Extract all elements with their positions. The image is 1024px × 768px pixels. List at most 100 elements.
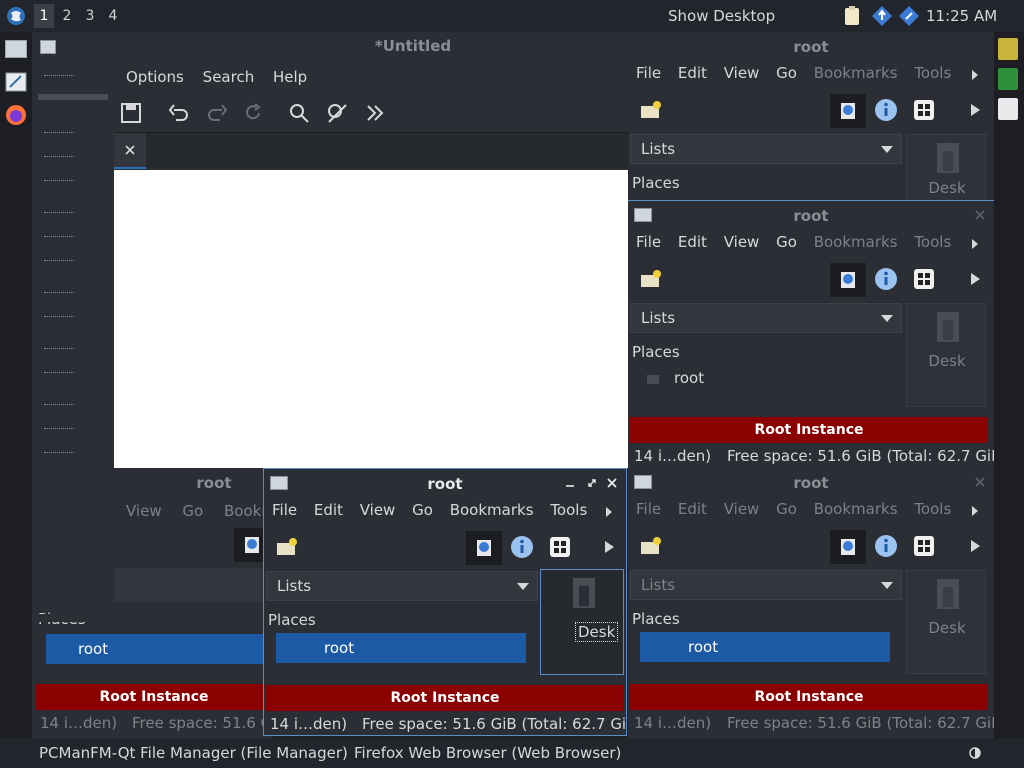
- menu-overflow-icon[interactable]: [968, 237, 982, 251]
- window-icon[interactable]: [5, 40, 27, 58]
- menu-tools[interactable]: Tools: [550, 501, 587, 519]
- menu-go[interactable]: Go: [776, 64, 797, 82]
- network-icon[interactable]: [898, 5, 920, 27]
- new-folder-icon[interactable]: [640, 269, 662, 289]
- brightness-icon[interactable]: [966, 744, 984, 762]
- formula-icon[interactable]: [998, 98, 1018, 120]
- menu-file[interactable]: File: [636, 233, 661, 251]
- place-item-root[interactable]: root: [640, 632, 890, 662]
- workspace-2[interactable]: 2: [57, 4, 77, 28]
- menu-search[interactable]: Search: [203, 68, 255, 86]
- editor-tab[interactable]: [114, 133, 146, 169]
- icon-view-icon[interactable]: [912, 267, 936, 291]
- show-desktop-button[interactable]: Show Desktop: [668, 7, 775, 25]
- toolbar-overflow-icon[interactable]: [968, 102, 982, 118]
- close-icon[interactable]: [974, 476, 986, 488]
- desktop-thumb[interactable]: Desk: [540, 569, 624, 675]
- fm-front-view-combo[interactable]: Lists: [266, 571, 538, 601]
- menu-file[interactable]: File: [636, 500, 661, 518]
- place-item-root[interactable]: root: [276, 633, 526, 663]
- workspace-3[interactable]: 3: [80, 4, 100, 28]
- menu-go[interactable]: Go: [412, 501, 433, 519]
- clipboard-icon[interactable]: [843, 6, 861, 26]
- menu-tools[interactable]: Tools: [914, 233, 951, 251]
- menu-bookmarks[interactable]: Bookmarks: [450, 501, 534, 519]
- icon-view-icon[interactable]: [912, 534, 936, 558]
- desktop-thumb[interactable]: Desk: [906, 570, 986, 674]
- menu-bookmarks[interactable]: Bookmarks: [814, 500, 898, 518]
- place-item-root[interactable]: root: [46, 634, 272, 664]
- firefox-icon[interactable]: [5, 104, 27, 126]
- menu-overflow-icon[interactable]: [968, 504, 982, 518]
- menu-go[interactable]: Go: [776, 500, 797, 518]
- new-folder-icon[interactable]: [640, 536, 662, 556]
- update-icon[interactable]: [871, 5, 893, 27]
- info-icon[interactable]: [874, 98, 898, 122]
- toolbar-overflow-icon[interactable]: [968, 271, 982, 287]
- info-icon[interactable]: [874, 534, 898, 558]
- reload-icon[interactable]: [242, 102, 264, 124]
- toolbar-overflow-icon[interactable]: [602, 539, 616, 555]
- close-tab-icon[interactable]: [124, 144, 136, 156]
- taskbar-file-manager[interactable]: PCManFM-Qt File Manager (File Manager): [39, 738, 348, 768]
- overflow-chevron-icon[interactable]: [364, 102, 386, 124]
- taskbar-firefox[interactable]: Firefox Web Browser (Web Browser): [354, 738, 621, 768]
- detail-view-button[interactable]: [830, 530, 866, 564]
- menu-edit[interactable]: Edit: [678, 233, 707, 251]
- fm-br-view-combo[interactable]: Lists: [630, 570, 902, 600]
- minimize-icon[interactable]: [564, 477, 576, 489]
- menu-file[interactable]: File: [636, 64, 661, 82]
- editor-text-area[interactable]: [114, 170, 628, 468]
- icon-view-icon[interactable]: [912, 98, 936, 122]
- redo-icon[interactable]: [206, 102, 228, 124]
- menu-options[interactable]: Options: [126, 68, 184, 86]
- menu-overflow-icon[interactable]: [602, 505, 616, 519]
- menu-overflow-icon[interactable]: [968, 68, 982, 82]
- menu-view[interactable]: View: [724, 233, 760, 251]
- maximize-icon[interactable]: [586, 477, 598, 489]
- menu-edit[interactable]: Edit: [314, 501, 343, 519]
- fm-back-combo[interactable]: [114, 568, 272, 602]
- menu-go[interactable]: Go: [776, 233, 797, 251]
- detail-view-button[interactable]: [830, 94, 866, 128]
- workspace-1[interactable]: 1: [34, 4, 54, 28]
- close-icon[interactable]: [974, 209, 986, 221]
- menu-go[interactable]: Go: [182, 502, 203, 520]
- fm-mid-view-combo[interactable]: Lists: [630, 303, 902, 333]
- info-icon[interactable]: [874, 267, 898, 291]
- menu-edit[interactable]: Edit: [678, 500, 707, 518]
- menu-bookmarks[interactable]: Bookmarks: [814, 64, 898, 82]
- undo-icon[interactable]: [168, 102, 190, 124]
- spreadsheet-icon[interactable]: [998, 68, 1018, 90]
- menu-help[interactable]: Help: [273, 68, 307, 86]
- info-icon[interactable]: [510, 535, 534, 559]
- menu-view[interactable]: View: [724, 500, 760, 518]
- detail-view-button[interactable]: [466, 531, 502, 565]
- icon-view-icon[interactable]: [548, 535, 572, 559]
- clock[interactable]: 11:25 AM: [926, 7, 997, 25]
- close-icon[interactable]: [606, 477, 618, 489]
- menu-tools[interactable]: Tools: [914, 500, 951, 518]
- menu-file[interactable]: File: [272, 501, 297, 519]
- menu-edit[interactable]: Edit: [678, 64, 707, 82]
- replace-icon[interactable]: [326, 102, 348, 124]
- editor-tab-icon[interactable]: [40, 40, 56, 54]
- menu-view[interactable]: View: [724, 64, 760, 82]
- detail-view-button[interactable]: [830, 263, 866, 297]
- toolbar-overflow-icon[interactable]: [968, 538, 982, 554]
- find-icon[interactable]: [288, 102, 310, 124]
- new-folder-icon[interactable]: [640, 100, 662, 120]
- workspace-4[interactable]: 4: [103, 4, 123, 28]
- desktop-thumb[interactable]: Desk: [906, 134, 986, 202]
- menu-tools[interactable]: Tools: [914, 64, 951, 82]
- new-folder-icon[interactable]: [276, 537, 298, 557]
- editor-launcher-icon[interactable]: [5, 72, 27, 92]
- qt-app-icon[interactable]: [998, 38, 1018, 60]
- menu-bookmarks[interactable]: Bookmarks: [814, 233, 898, 251]
- menu-view[interactable]: View: [126, 502, 162, 520]
- desktop-thumb[interactable]: Desk: [906, 303, 986, 407]
- menu-view[interactable]: View: [360, 501, 396, 519]
- save-icon[interactable]: [120, 102, 142, 124]
- app-menu-icon[interactable]: [5, 5, 27, 27]
- fm-top-view-combo[interactable]: Lists: [630, 134, 902, 164]
